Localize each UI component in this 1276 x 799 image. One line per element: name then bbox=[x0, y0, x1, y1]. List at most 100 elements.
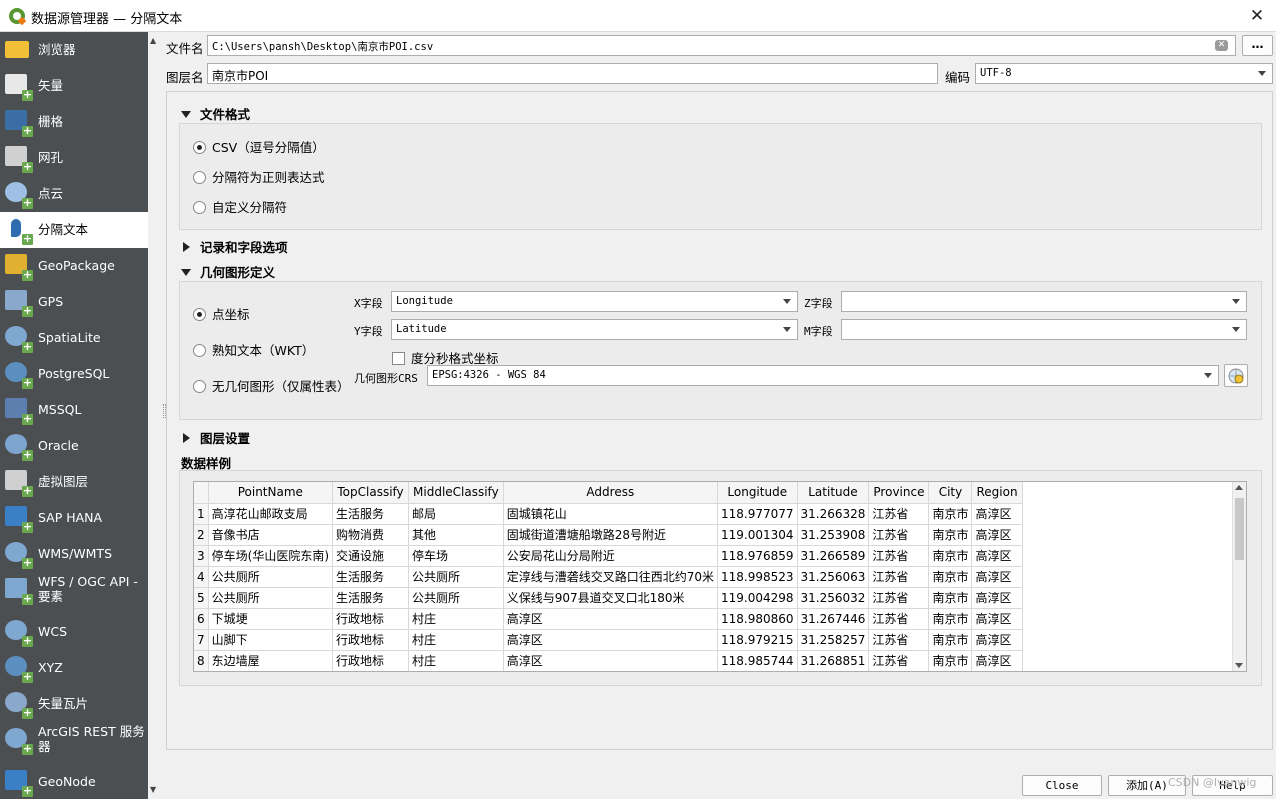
sidebar-item[interactable]: 栅格 bbox=[0, 104, 148, 140]
column-header[interactable]: Latitude bbox=[797, 482, 870, 504]
geometry-header[interactable]: 几何图形定义 bbox=[181, 262, 275, 281]
file-path-input[interactable]: C:\Users\pansh\Desktop\南京市POI.csv bbox=[207, 35, 1236, 56]
sidebar-item[interactable]: GPS bbox=[0, 284, 148, 320]
record-options-header[interactable]: 记录和字段选项 bbox=[181, 237, 288, 256]
column-header[interactable]: Region bbox=[971, 482, 1023, 504]
table-cell: 高淳区 bbox=[971, 566, 1023, 588]
geom-point-radio[interactable]: 点坐标 bbox=[193, 304, 250, 323]
sidebar-scrollbar[interactable] bbox=[148, 32, 162, 799]
layer-settings-header[interactable]: 图层设置 bbox=[181, 428, 250, 447]
geom-none-radio[interactable]: 无几何图形（仅属性表） bbox=[193, 376, 350, 395]
geonode-icon bbox=[5, 770, 33, 797]
table-cell: 南京市 bbox=[928, 650, 973, 671]
x-field-select[interactable]: Longitude bbox=[391, 291, 798, 312]
sidebar-scroll-up-icon[interactable]: ▲ bbox=[150, 36, 156, 45]
table-row[interactable]: 2 音像书店 购物消费 其他 固城街道漕塘船墩路28号附近 119.001304 31.25… bbox=[194, 524, 1023, 546]
sidebar-item[interactable]: ArcGIS REST 服务器 bbox=[0, 722, 148, 762]
sidebar-item-label: GPS bbox=[38, 294, 64, 309]
sidebar-item[interactable]: SAP HANA bbox=[0, 500, 148, 536]
scrollbar-thumb[interactable] bbox=[1235, 498, 1244, 560]
table-cell: 义保线与907县道交叉口北180米 bbox=[503, 587, 718, 609]
sidebar-scroll-down-icon[interactable]: ▼ bbox=[150, 785, 156, 794]
table-cell: 南京市 bbox=[928, 587, 973, 609]
column-header[interactable]: Longitude bbox=[717, 482, 798, 504]
column-header[interactable]: Address bbox=[503, 482, 718, 504]
browse-button[interactable]: … bbox=[1242, 35, 1273, 56]
table-corner[interactable] bbox=[194, 482, 209, 504]
table-row[interactable]: 1 高淳花山邮政支局 生活服务 邮局 固城镇花山 118.977077 31.266328 江… bbox=[194, 503, 1023, 525]
sidebar-item[interactable]: 矢量 bbox=[0, 68, 148, 104]
sidebar-item[interactable]: 点云 bbox=[0, 176, 148, 212]
sidebar-item[interactable]: GeoNode bbox=[0, 764, 148, 799]
crs-selector-button[interactable] bbox=[1224, 364, 1248, 387]
window-title: 数据源管理器 — 分隔文本 bbox=[31, 12, 183, 27]
layer-name-input[interactable]: 南京市POI bbox=[207, 63, 938, 84]
sidebar-item[interactable]: WCS bbox=[0, 614, 148, 650]
close-button[interactable]: Close bbox=[1022, 775, 1102, 796]
sidebar-item[interactable]: SpatiaLite bbox=[0, 320, 148, 356]
scroll-up-icon[interactable] bbox=[1235, 485, 1243, 490]
sidebar-item[interactable]: Oracle bbox=[0, 428, 148, 464]
virtual-layer-icon bbox=[5, 470, 33, 497]
close-window-button[interactable]: ✕ bbox=[1246, 5, 1268, 27]
sidebar-item[interactable]: 浏览器 bbox=[0, 32, 148, 68]
table-cell: 江苏省 bbox=[868, 587, 930, 609]
sidebar-item[interactable]: PostgreSQL bbox=[0, 356, 148, 392]
row-number: 3 bbox=[194, 545, 209, 567]
format-csv-radio[interactable]: CSV（逗号分隔值） bbox=[193, 137, 325, 156]
table-cell: 江苏省 bbox=[868, 503, 930, 525]
table-cell: 31.258257 bbox=[797, 629, 870, 651]
y-field-label: Y字段 bbox=[354, 325, 383, 338]
table-scrollbar[interactable] bbox=[1232, 482, 1246, 671]
m-field-select[interactable] bbox=[841, 319, 1247, 340]
geom-wkt-radio[interactable]: 熟知文本（WKT） bbox=[193, 340, 314, 359]
wms-icon bbox=[5, 542, 33, 569]
file-format-header[interactable]: 文件格式 bbox=[181, 104, 250, 123]
expand-icon bbox=[183, 242, 190, 252]
sidebar-item[interactable]: 分隔文本 bbox=[0, 212, 148, 248]
y-field-select[interactable]: Latitude bbox=[391, 319, 798, 340]
format-regex-radio[interactable]: 分隔符为正则表达式 bbox=[193, 167, 325, 186]
z-field-select[interactable] bbox=[841, 291, 1247, 312]
crs-select[interactable]: EPSG:4326 - WGS 84 bbox=[427, 365, 1219, 386]
table-cell: 高淳区 bbox=[971, 629, 1023, 651]
sidebar-item[interactable]: MSSQL bbox=[0, 392, 148, 428]
chevron-down-icon bbox=[1232, 299, 1240, 304]
column-header[interactable]: TopClassify bbox=[332, 482, 410, 504]
sidebar-item[interactable]: XYZ bbox=[0, 650, 148, 686]
sidebar-item[interactable]: GeoPackage bbox=[0, 248, 148, 284]
mesh-icon bbox=[5, 146, 33, 173]
table-row[interactable]: 5 公共厕所 生活服务 公共厕所 义保线与907县道交叉口北180米 119.004298… bbox=[194, 587, 1023, 609]
title-bar: 数据源管理器 — 分隔文本 ✕ bbox=[0, 0, 1276, 32]
table-cell: 定淳线与漕砻线交叉路口往西北约70米 bbox=[503, 566, 718, 588]
table-cell: 江苏省 bbox=[868, 650, 930, 671]
format-custom-label: 自定义分隔符 bbox=[212, 200, 288, 215]
folder-icon bbox=[5, 38, 31, 62]
sidebar-item[interactable]: WFS / OGC API - 要素 bbox=[0, 572, 148, 612]
format-regex-label: 分隔符为正则表达式 bbox=[212, 170, 325, 185]
column-header[interactable]: Province bbox=[868, 482, 930, 504]
encoding-select[interactable]: UTF-8 bbox=[975, 63, 1273, 84]
table-cell: 118.980860 bbox=[717, 608, 798, 630]
table-row[interactable]: 7 山脚下 行政地标 村庄 高淳区 118.979215 31.258257 江苏省 南京市 高淳… bbox=[194, 629, 1023, 651]
sidebar-item-label: SpatiaLite bbox=[38, 330, 101, 345]
sidebar-item[interactable]: 虚拟图层 bbox=[0, 464, 148, 500]
table-row[interactable]: 8 东边墙屋 行政地标 村庄 高淳区 118.985744 31.268851 江苏省 南京市高… bbox=[194, 650, 1023, 671]
sample-table[interactable]: PointName TopClassify MiddleClassify Addres… bbox=[193, 481, 1247, 672]
point-cloud-icon bbox=[5, 182, 33, 209]
arcgis-icon bbox=[5, 728, 33, 755]
table-row[interactable]: 3 停车场(华山医院东南) 交通设施 停车场 公安局花山分局附近 118.976859 31… bbox=[194, 545, 1023, 567]
table-row[interactable]: 6 下城埂 行政地标 村庄 高淳区 118.980860 31.267446 江苏省 南京市 高淳… bbox=[194, 608, 1023, 630]
column-header[interactable]: City bbox=[928, 482, 973, 504]
sidebar-item[interactable]: WMS/WMTS bbox=[0, 536, 148, 572]
scroll-down-icon[interactable] bbox=[1235, 663, 1243, 668]
clear-icon[interactable]: ✕ bbox=[1215, 40, 1228, 51]
table-cell: 生活服务 bbox=[332, 587, 410, 609]
format-custom-radio[interactable]: 自定义分隔符 bbox=[193, 197, 287, 216]
table-row[interactable]: 4 公共厕所 生活服务 公共厕所 定淳线与漕砻线交叉路口往西北约70米 118.99852… bbox=[194, 566, 1023, 588]
table-cell: 118.985744 bbox=[717, 650, 798, 671]
sidebar-item[interactable]: 矢量瓦片 bbox=[0, 686, 148, 722]
column-header[interactable]: MiddleClassify bbox=[408, 482, 504, 504]
sidebar-item[interactable]: 网孔 bbox=[0, 140, 148, 176]
column-header[interactable]: PointName bbox=[208, 482, 334, 504]
